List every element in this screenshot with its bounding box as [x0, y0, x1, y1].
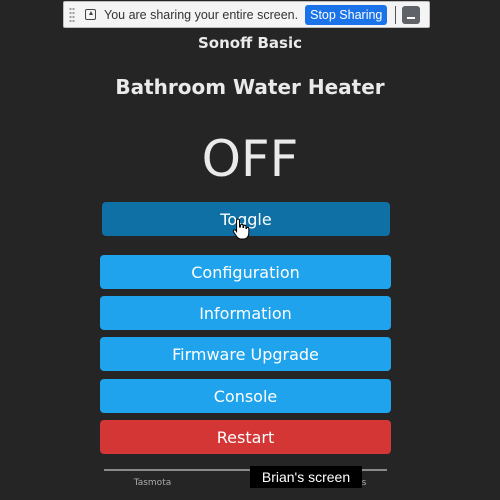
stop-sharing-button[interactable]: Stop Sharing — [305, 4, 388, 25]
hand-pointer-icon — [232, 218, 250, 240]
drag-handle-icon[interactable] — [69, 6, 75, 23]
screen-share-bar: You are sharing your entire screen. Stop… — [63, 1, 430, 28]
screen-owner-label: Brian's screen — [250, 466, 362, 488]
information-button[interactable]: Information — [100, 296, 391, 330]
firmware-upgrade-button[interactable]: Firmware Upgrade — [100, 337, 391, 371]
hide-bar-icon[interactable] — [402, 5, 421, 24]
configuration-button[interactable]: Configuration — [100, 255, 391, 289]
device-friendly-name: Bathroom Water Heater — [115, 75, 385, 99]
share-bar-divider — [395, 5, 397, 24]
footer-version-text: Tasmota — [133, 478, 172, 488]
share-screen-icon — [85, 9, 96, 20]
power-state-indicator: OFF — [201, 130, 299, 188]
tasmota-page: You are sharing your entire screen. Stop… — [0, 0, 500, 500]
device-module-name: Sonoff Basic — [198, 34, 302, 52]
share-message: You are sharing your entire screen. — [104, 7, 299, 22]
console-button[interactable]: Console — [100, 379, 391, 413]
restart-button[interactable]: Restart — [100, 420, 391, 454]
